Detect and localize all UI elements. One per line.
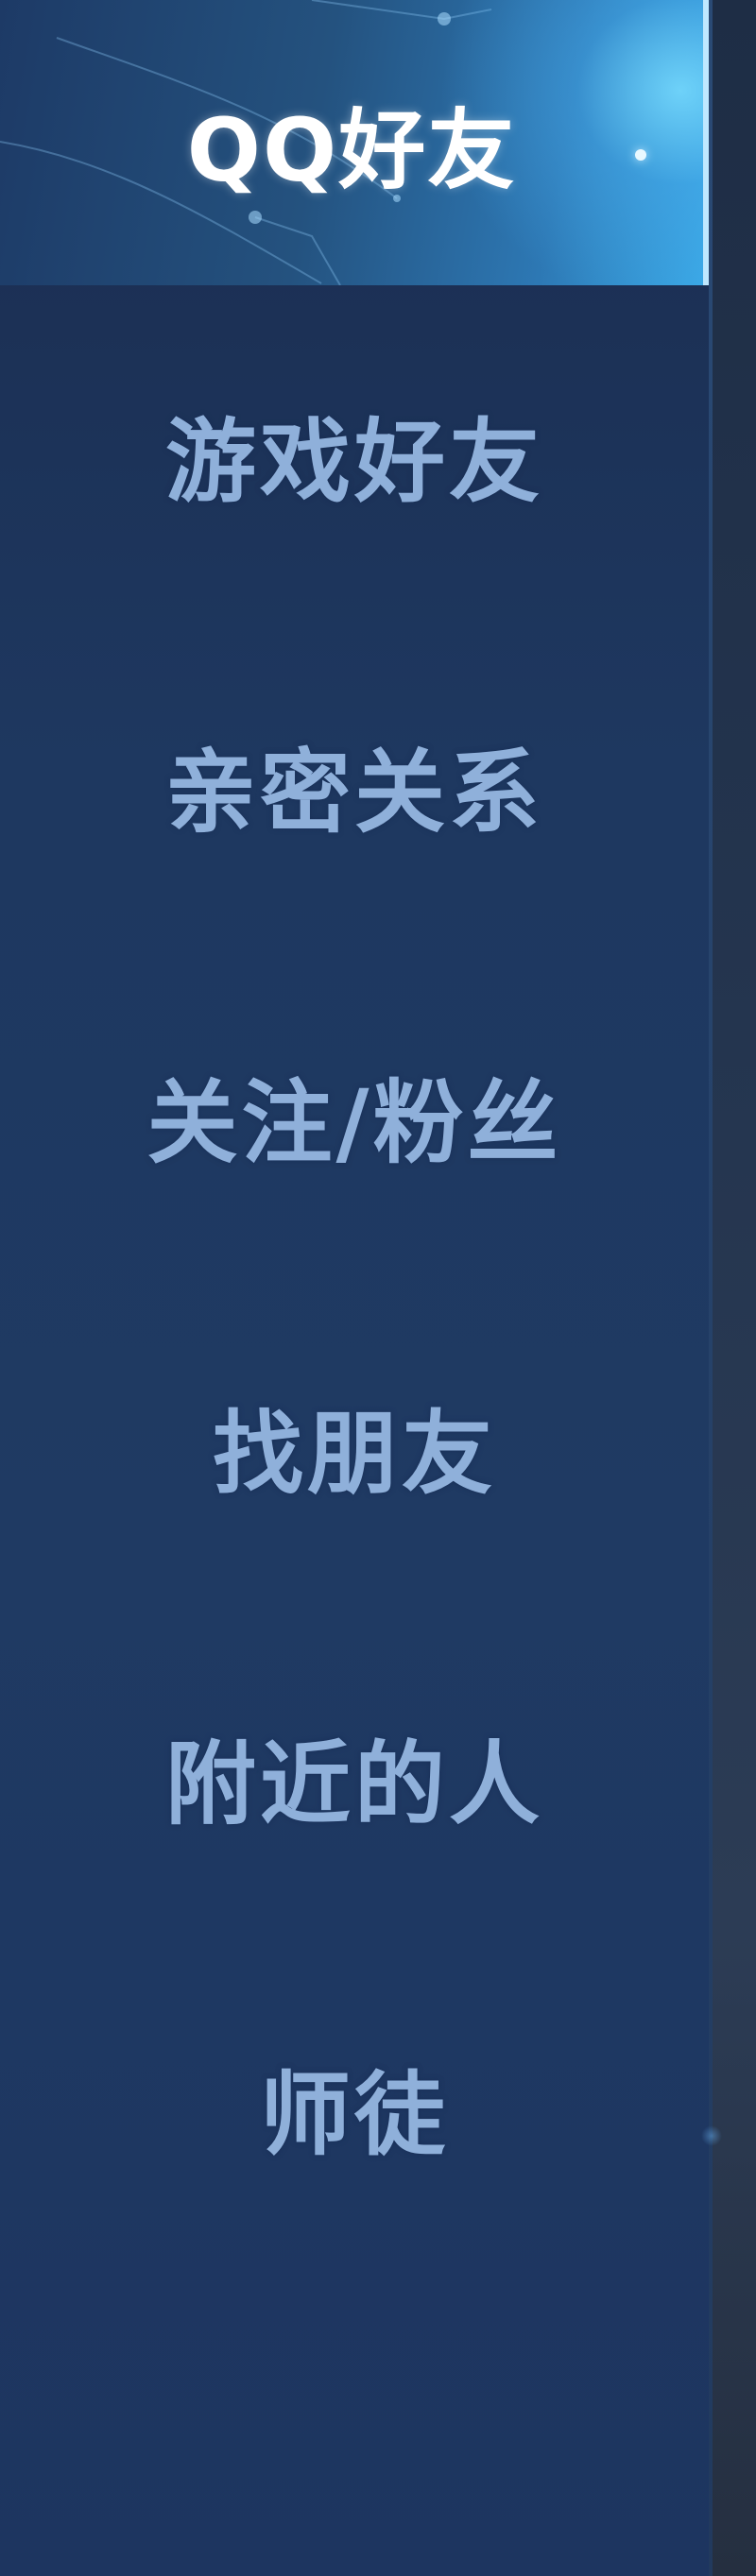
sparkle-icon — [635, 149, 646, 161]
tab-label: 游戏好友 — [165, 408, 543, 515]
tab-label: 附近的人 — [165, 1731, 543, 1837]
tab-label: 找朋友 — [213, 1400, 496, 1507]
friends-category-nav: QQ好友 游戏好友 亲密关系 关注/粉丝 找朋友 附近的人 师徒 — [0, 0, 709, 2576]
tab-label: QQ好友 — [186, 99, 517, 201]
tab-label: 师徒 — [260, 2061, 449, 2168]
dot-indicator — [701, 2125, 722, 2146]
tab-mentorship[interactable]: 师徒 — [0, 1965, 709, 2248]
friends-panel: QQ好友 游戏好友 亲密关系 关注/粉丝 找朋友 附近的人 师徒 — [0, 0, 756, 2576]
tab-find-friends[interactable]: 找朋友 — [0, 1304, 709, 1587]
tab-label: 关注/粉丝 — [146, 1069, 562, 1176]
tab-intimate-relations[interactable]: 亲密关系 — [0, 642, 709, 926]
content-panel-edge — [701, 0, 756, 2576]
tab-qq-friends[interactable]: QQ好友 — [0, 0, 709, 285]
tab-nearby-people[interactable]: 附近的人 — [0, 1634, 709, 1918]
tab-game-friends[interactable]: 游戏好友 — [0, 312, 709, 595]
tab-label: 亲密关系 — [165, 739, 543, 845]
tab-follow-fans[interactable]: 关注/粉丝 — [0, 973, 709, 1256]
